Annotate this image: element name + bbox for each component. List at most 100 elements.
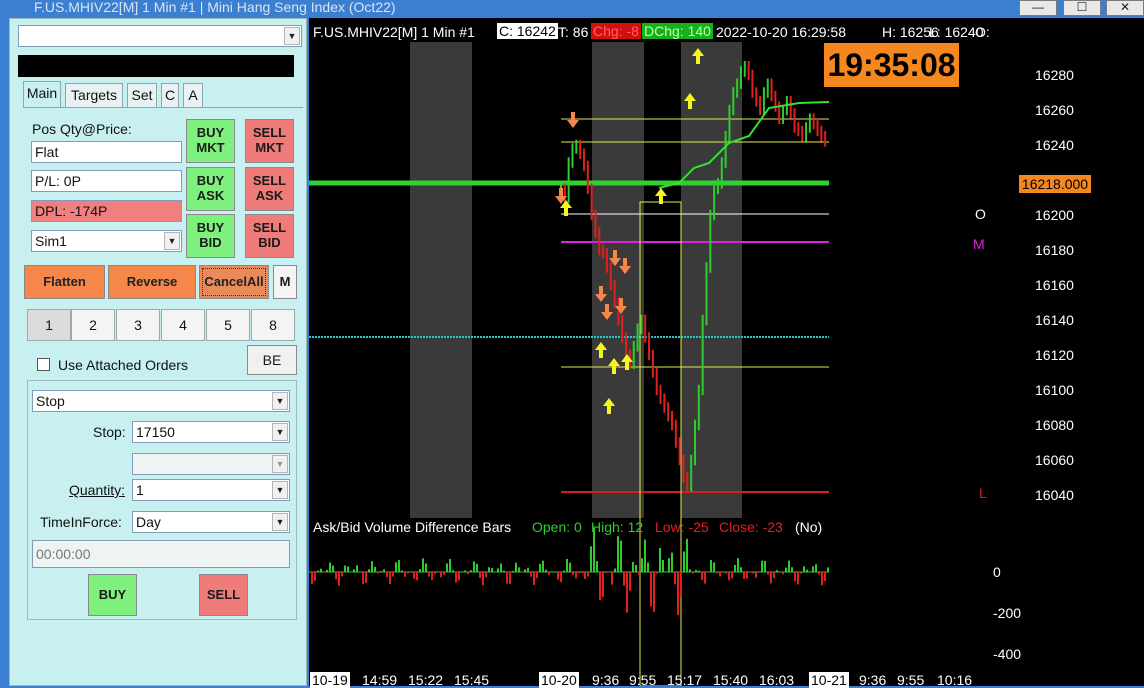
position-field: Flat (31, 141, 182, 163)
chevron-down-icon: ▼ (164, 232, 180, 250)
sell-mkt-button[interactable]: SELL MKT (245, 119, 294, 163)
pos-qty-label: Pos Qty@Price: (32, 121, 132, 137)
limit-price-field: ▼ (132, 453, 290, 475)
current-price-marker: 16218.000 (1019, 175, 1091, 193)
chevron-down-icon: ▼ (284, 27, 300, 45)
sim-account-value: Sim1 (35, 233, 67, 249)
time-field[interactable]: 00:00:00 (32, 540, 290, 568)
tab-set[interactable]: Set (127, 83, 157, 107)
order-type-select[interactable]: Stop ▼ (32, 390, 290, 412)
account-dropdown[interactable]: ▼ (18, 25, 302, 47)
clock-display: 19:35:08 (824, 43, 959, 87)
tif-value: Day (136, 514, 161, 530)
pl-field: P/L: 0P (31, 170, 182, 192)
chart-datetime: 2022-10-20 16:29:58 (716, 24, 846, 40)
y-label-16280: 16280 (1035, 67, 1074, 83)
tif-label: TimeInForce: (40, 514, 122, 530)
chevron-down-icon: ▼ (272, 481, 288, 499)
chevron-down-icon: ▼ (272, 513, 288, 531)
buy-mkt-line2: MKT (196, 140, 225, 155)
indicator-close: Close: -23 (719, 519, 783, 535)
chart-trades: T: 86 (558, 24, 589, 40)
buy-ask-line2: ASK (196, 188, 225, 203)
y-label-16160: 16160 (1035, 277, 1074, 293)
qty-button-5[interactable]: 5 (206, 309, 250, 341)
y-label-16240: 16240 (1035, 137, 1074, 153)
sell-ask-line1: SELL (252, 173, 287, 188)
chart-canvas (309, 42, 830, 686)
attached-orders-label: Use Attached Orders (58, 357, 188, 373)
buy-mkt-line1: BUY (196, 125, 225, 140)
session-band (592, 42, 644, 518)
y-label-16060: 16060 (1035, 452, 1074, 468)
y-label-16180: 16180 (1035, 242, 1074, 258)
chevron-down-icon: ▼ (272, 455, 288, 473)
sim-account-select[interactable]: Sim1 ▼ (31, 230, 182, 252)
y-label-16200: 16200 (1035, 207, 1074, 223)
m-button[interactable]: M (273, 265, 297, 299)
cancel-all-button[interactable]: CancelAll (199, 265, 269, 299)
y-label-16040: 16040 (1035, 487, 1074, 503)
buy-bid-line2: BID (199, 235, 222, 250)
chevron-down-icon: ▼ (272, 423, 288, 441)
tab-divider (23, 107, 303, 108)
buy-ask-button[interactable]: BUY ASK (186, 167, 235, 211)
reverse-button[interactable]: Reverse (108, 265, 196, 299)
dpl-field: DPL: -174P (31, 200, 182, 222)
tab-c[interactable]: C (161, 83, 179, 107)
indicator-y-400: -400 (993, 646, 1022, 662)
flatten-button[interactable]: Flatten (24, 265, 105, 299)
price-chart[interactable]: F.US.MHIV22[M] 1 Min #1 C: 16242 T: 86 C… (309, 18, 1144, 688)
qty-button-2[interactable]: 2 (71, 309, 115, 341)
tab-main[interactable]: Main (23, 81, 61, 108)
y-label-16140: 16140 (1035, 312, 1074, 328)
low-level-label: L (979, 485, 987, 501)
qty-button-4[interactable]: 4 (161, 309, 205, 341)
tab-targets[interactable]: Targets (65, 83, 123, 107)
highlight-box (639, 201, 682, 686)
chart-change: Chg: -8 (591, 23, 641, 39)
buy-bid-line1: BUY (196, 220, 225, 235)
sell-ask-line2: ASK (255, 188, 284, 203)
sell-bid-line1: SELL (252, 220, 287, 235)
minimize-button[interactable]: — (1019, 0, 1057, 16)
chart-daily-change: DChg: 140 (642, 23, 713, 39)
sell-bid-button[interactable]: SELL BID (245, 214, 294, 258)
buy-mkt-button[interactable]: BUY MKT (186, 119, 235, 163)
chevron-down-icon: ▼ (272, 392, 288, 410)
chart-symbol: F.US.MHIV22[M] 1 Min #1 (313, 24, 475, 40)
indicator-open: Open: 0 (532, 519, 582, 535)
sell-mkt-line2: MKT (255, 140, 284, 155)
stop-price-field[interactable]: 17150 ▼ (132, 421, 290, 443)
indicator-high: High: 12 (591, 519, 644, 535)
be-button[interactable]: BE (247, 345, 297, 375)
sell-signal-arrow (567, 112, 579, 128)
order-type-value: Stop (36, 393, 65, 409)
chart-open: O: (975, 24, 990, 40)
sell-mkt-line1: SELL (252, 125, 287, 140)
session-band (410, 42, 472, 518)
qty-button-1[interactable]: 1 (27, 309, 71, 341)
quantity-field[interactable]: 1 ▼ (132, 479, 290, 501)
chart-close: C: 16242 (497, 23, 558, 39)
buy-button[interactable]: BUY (88, 574, 137, 616)
quantity-label: Quantity: (69, 482, 126, 498)
qty-button-3[interactable]: 3 (116, 309, 160, 341)
stop-label: Stop: (93, 424, 126, 440)
qty-button-8[interactable]: 8 (251, 309, 295, 341)
mid-level-label: M (973, 236, 985, 252)
maximize-button[interactable]: ☐ (1063, 0, 1101, 16)
attached-orders-checkbox[interactable] (37, 358, 50, 371)
indicator-low: Low: -25 (655, 519, 709, 535)
y-label-16080: 16080 (1035, 417, 1074, 433)
buy-bid-button[interactable]: BUY BID (186, 214, 235, 258)
sell-button[interactable]: SELL (199, 574, 248, 616)
tif-select[interactable]: Day ▼ (132, 511, 290, 533)
title-bar: F.US.MHIV22[M] 1 Min #1 | Mini Hang Seng… (0, 0, 1144, 18)
close-button[interactable]: ✕ (1106, 0, 1144, 16)
window-title: F.US.MHIV22[M] 1 Min #1 | Mini Hang Seng… (34, 0, 396, 15)
buy-ask-line1: BUY (196, 173, 225, 188)
sell-bid-line2: BID (258, 235, 281, 250)
tab-a[interactable]: A (183, 83, 203, 107)
sell-ask-button[interactable]: SELL ASK (245, 167, 294, 211)
